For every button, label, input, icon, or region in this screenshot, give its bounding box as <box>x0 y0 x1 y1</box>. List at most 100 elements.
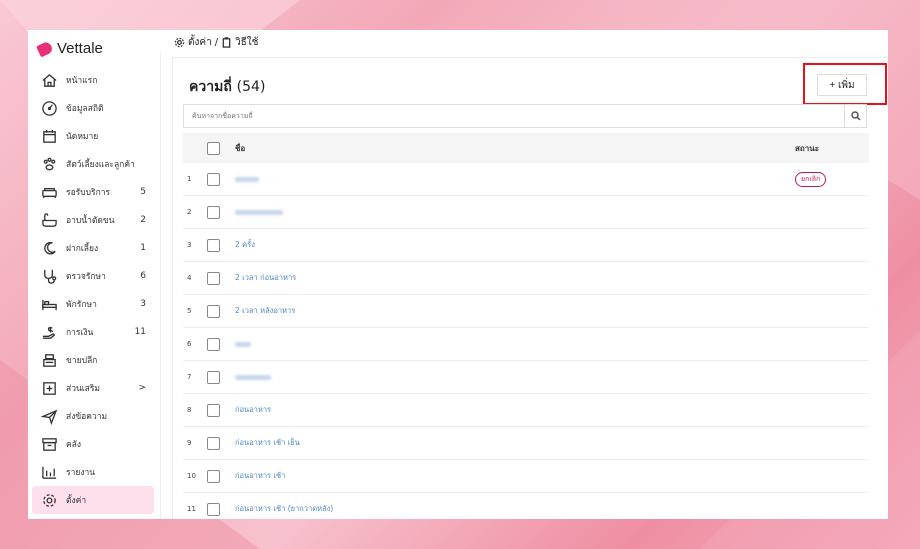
sidebar-item-label: คลัง <box>66 440 82 450</box>
table-row[interactable]: 1 ยกเลิก <box>183 163 869 196</box>
row-status-cell: ยกเลิก <box>795 171 869 187</box>
plus-box-icon <box>40 379 58 397</box>
sidebar-item-label: นัดหมาย <box>66 132 99 142</box>
row-number: 10 <box>187 472 196 480</box>
add-button[interactable]: + เพิ่ม <box>817 74 867 96</box>
sidebar-item-chart[interactable]: รายงาน <box>32 458 154 486</box>
row-checkbox[interactable] <box>207 469 220 483</box>
sidebar-item-stethoscope[interactable]: ตรวจรักษา 6 <box>32 262 154 290</box>
row-name-redacted[interactable] <box>235 209 283 215</box>
search-input[interactable] <box>184 105 844 127</box>
sidebar-item-archive[interactable]: คลัง <box>32 430 154 458</box>
moon-icon <box>40 239 58 257</box>
sidebar-item-gear[interactable]: ตั้งค่า <box>32 486 154 514</box>
row-checkbox[interactable] <box>207 502 220 516</box>
row-checkbox-cell <box>207 172 231 186</box>
dashboard-icon <box>40 99 58 117</box>
frequency-table: ชื่อ สถานะ 1 ยกเลิก 2 3 2 ครั้ง 4 2 เวลา ก่อนอ… <box>183 133 869 519</box>
sidebar-item-count: 3 <box>140 299 146 309</box>
row-number: 6 <box>187 340 192 348</box>
table-row[interactable]: 10 ก่อนอาหาร เช้า <box>183 460 869 493</box>
row-name-redacted[interactable] <box>235 176 259 182</box>
sidebar-item-label: หน้าแรก <box>66 76 98 86</box>
table-row[interactable]: 8 ก่อนอาหาร <box>183 394 869 427</box>
sidebar-item-home[interactable]: หน้าแรก <box>32 66 154 94</box>
sidebar-item-plus-box[interactable]: ส่วนเสริม > <box>32 374 154 402</box>
chart-icon <box>40 463 58 481</box>
table-row[interactable]: 3 2 ครั้ง <box>183 229 869 262</box>
row-number: 2 <box>187 208 192 216</box>
sidebar-item-count: 2 <box>140 215 146 225</box>
sidebar-item-sofa[interactable]: รอรับบริการ 5 <box>32 178 154 206</box>
table-body: 1 ยกเลิก 2 3 2 ครั้ง 4 2 เวลา ก่อนอาหาร 5 2 เวลา… <box>183 163 869 519</box>
row-checkbox[interactable] <box>207 436 220 450</box>
table-row[interactable]: 7 <box>183 361 869 394</box>
table-row[interactable]: 4 2 เวลา ก่อนอาหาร <box>183 262 869 295</box>
row-name-link[interactable]: 2 เวลา หลังอาหาร <box>235 306 295 315</box>
sidebar-item-dashboard[interactable]: ข้อมูลสถิติ <box>32 94 154 122</box>
breadcrumb-settings[interactable]: ตั้งค่า <box>188 35 212 50</box>
row-name-link[interactable]: ก่อนอาหาร <box>235 405 271 414</box>
table-row[interactable]: 9 ก่อนอาหาร เช้า เย็น <box>183 427 869 460</box>
sidebar-item-send[interactable]: ส่งข้อความ <box>32 402 154 430</box>
sidebar-item-bathtub[interactable]: อาบน้ำตัดขน 2 <box>32 206 154 234</box>
sidebar-item-moon[interactable]: ฝากเลี้ยง 1 <box>32 234 154 262</box>
row-name-redacted[interactable] <box>235 341 251 347</box>
row-name-link[interactable]: 2 ครั้ง <box>235 240 255 249</box>
logo[interactable]: Vettale <box>36 40 103 57</box>
sidebar-item-label: ข้อมูลสถิติ <box>66 104 104 114</box>
sidebar-item-bed[interactable]: พักรักษา 3 <box>32 290 154 318</box>
row-name-cell: 2 ครั้ง <box>231 239 795 251</box>
row-number: 7 <box>187 373 192 381</box>
row-number: 5 <box>187 307 192 315</box>
money-icon <box>40 323 58 341</box>
row-checkbox-cell <box>207 205 231 219</box>
send-icon <box>40 407 58 425</box>
sidebar-item-money[interactable]: การเงิน 11 <box>32 318 154 346</box>
sidebar-item-count: 11 <box>134 327 146 337</box>
row-checkbox-cell <box>207 502 231 516</box>
row-checkbox-cell <box>207 370 231 384</box>
table-row[interactable]: 5 2 เวลา หลังอาหาร <box>183 295 869 328</box>
sidebar-item-paw[interactable]: สัตว์เลี้ยงและลูกค้า <box>32 150 154 178</box>
header-status[interactable]: สถานะ <box>795 142 869 155</box>
row-checkbox[interactable] <box>207 271 220 285</box>
sidebar-item-label: พักรักษา <box>66 300 97 310</box>
search-button[interactable] <box>844 105 866 127</box>
sidebar-nav: หน้าแรกข้อมูลสถิตินัดหมายสัตว์เลี้ยงและล… <box>32 66 154 514</box>
row-checkbox-cell <box>207 238 231 252</box>
sidebar-item-label: ส่งข้อความ <box>66 412 108 422</box>
row-checkbox-cell <box>207 271 231 285</box>
row-checkbox[interactable] <box>207 304 220 318</box>
row-name-redacted[interactable] <box>235 374 271 380</box>
row-number: 11 <box>187 505 196 513</box>
breadcrumb-separator: / <box>214 37 219 48</box>
row-name-link[interactable]: 2 เวลา ก่อนอาหาร <box>235 273 296 282</box>
row-checkbox[interactable] <box>207 370 220 384</box>
row-checkbox[interactable] <box>207 403 220 417</box>
row-name-link[interactable]: ก่อนอาหาร เช้า (ยากวาดหลัง) <box>235 504 333 513</box>
sidebar-item-cash-register[interactable]: ขายปลีก <box>32 346 154 374</box>
header-name[interactable]: ชื่อ <box>231 142 795 155</box>
row-checkbox-cell <box>207 403 231 417</box>
select-all-checkbox[interactable] <box>207 141 220 155</box>
page-title-count: (54) <box>236 79 266 95</box>
table-row[interactable]: 6 <box>183 328 869 361</box>
archive-icon <box>40 435 58 453</box>
row-checkbox[interactable] <box>207 205 220 219</box>
sidebar-item-count: 5 <box>140 187 146 197</box>
row-checkbox[interactable] <box>207 172 220 186</box>
row-name-link[interactable]: ก่อนอาหาร เช้า <box>235 471 285 480</box>
row-checkbox[interactable] <box>207 238 220 252</box>
calendar-icon <box>40 127 58 145</box>
stethoscope-icon <box>40 267 58 285</box>
app-window: Vettale หน้าแรกข้อมูลสถิตินัดหมายสัตว์เล… <box>28 30 888 519</box>
row-name-link[interactable]: ก่อนอาหาร เช้า เย็น <box>235 438 300 447</box>
row-number: 4 <box>187 274 192 282</box>
sidebar-item-count: 1 <box>140 243 146 253</box>
sidebar-item-calendar[interactable]: นัดหมาย <box>32 122 154 150</box>
row-name-cell: 2 เวลา ก่อนอาหาร <box>231 272 795 284</box>
table-row[interactable]: 11 ก่อนอาหาร เช้า (ยากวาดหลัง) <box>183 493 869 519</box>
table-row[interactable]: 2 <box>183 196 869 229</box>
row-checkbox[interactable] <box>207 337 220 351</box>
